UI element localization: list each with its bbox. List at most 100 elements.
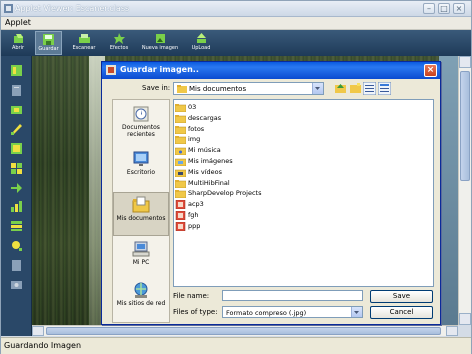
my-computer-icon [132, 241, 150, 257]
places-bar: Documentos recientes Escritorio Mis docu… [112, 99, 170, 323]
folder-icon [175, 135, 186, 145]
window-titlebar[interactable]: Applet Viewer: Escaner.class – □ × [1, 1, 471, 17]
save-label: Guardar [38, 46, 59, 52]
new-folder-icon[interactable] [349, 82, 362, 95]
desktop-icon [133, 151, 149, 166]
minimize-icon: – [427, 4, 431, 13]
place-desktop[interactable]: Escritorio [113, 147, 169, 191]
save-icon [43, 34, 54, 45]
file-name: img [188, 135, 201, 144]
tool-crop-icon[interactable] [10, 103, 23, 116]
file-name: 03 [188, 103, 197, 111]
upload-button[interactable]: UpLoad [187, 31, 215, 55]
tool-strip [1, 56, 32, 336]
chevron-down-icon[interactable] [351, 307, 362, 317]
menu-bar: Applet [1, 17, 471, 30]
file-icon [175, 211, 186, 220]
file-name: MultiHibFinal [188, 178, 230, 187]
tool-document-icon[interactable] [10, 259, 23, 272]
java-icon [106, 65, 116, 75]
save-button[interactable]: Save [370, 290, 433, 303]
tool-layers-icon[interactable] [10, 219, 23, 232]
tool-zoom-icon[interactable] [10, 239, 23, 252]
tool-brush-icon[interactable] [10, 122, 23, 135]
file-name: Mis imágenes [188, 157, 233, 165]
maximize-icon: □ [440, 4, 448, 13]
file-name-input[interactable] [222, 290, 363, 301]
tool-chart-icon[interactable] [10, 200, 23, 213]
open-button[interactable]: Abrir [7, 31, 29, 55]
place-my-computer[interactable]: Mi PC [113, 237, 169, 281]
upload-label: UpLoad [191, 45, 211, 51]
menu-applet[interactable]: Applet [5, 18, 31, 27]
open-label: Abrir [11, 45, 25, 51]
effects-button[interactable]: Efectos [105, 31, 133, 55]
file-icon [175, 200, 186, 210]
dialog-title: Guardar imagen.. [120, 65, 199, 74]
scroll-up-button[interactable] [459, 56, 471, 68]
close-button[interactable]: × [453, 3, 465, 14]
horizontal-scrollbar[interactable] [32, 325, 458, 336]
place-label: Documentos recientes [122, 124, 160, 138]
save-in-label: Save in: [142, 84, 171, 92]
tool-disk-icon[interactable] [10, 278, 23, 291]
horizontal-scroll-thumb[interactable] [46, 327, 441, 335]
scan-button[interactable]: Escanear [69, 31, 99, 55]
place-network-places[interactable]: Mis sitios de red [113, 278, 169, 322]
scroll-left-button[interactable] [32, 326, 44, 336]
maximize-button[interactable]: □ [438, 3, 450, 14]
tool-grid-icon[interactable] [10, 162, 23, 175]
place-recent-documents[interactable]: Documentos recientes [113, 102, 169, 146]
place-my-documents[interactable]: Mis documentos [113, 192, 169, 236]
dialog-titlebar[interactable]: Guardar imagen.. × [102, 62, 440, 79]
effects-icon [113, 33, 125, 44]
dialog-close-button[interactable]: × [424, 64, 437, 77]
up-folder-icon[interactable] [334, 82, 347, 95]
file-list[interactable]: 03 descargas fotos img Mi música Mis imágenes… [173, 99, 434, 287]
vertical-scrollbar[interactable] [458, 56, 471, 325]
close-icon: × [426, 65, 435, 75]
list-view-icon[interactable] [363, 82, 376, 95]
file-name: Mis vídeos [188, 167, 223, 176]
save-button[interactable]: Guardar [35, 31, 62, 55]
scroll-right-button[interactable] [446, 326, 458, 336]
minimize-button[interactable]: – [423, 3, 435, 14]
file-name: fotos [188, 124, 205, 133]
tool-arrow-icon[interactable] [10, 181, 23, 194]
place-label: Escritorio [126, 169, 156, 176]
folder-icon [175, 103, 186, 112]
toolbar: Abrir Guardar Escanear Efectos Nueva ima… [1, 30, 471, 56]
java-icon [4, 4, 13, 13]
pictures-folder-icon [175, 157, 186, 166]
my-documents-icon [132, 196, 150, 213]
place-label: Mi PC [132, 259, 150, 266]
open-icon [13, 34, 23, 43]
folder-icon [175, 189, 186, 199]
file-icon [175, 221, 186, 231]
new-image-button[interactable]: Nueva imagen [139, 31, 181, 55]
tool-select-icon[interactable] [10, 142, 23, 155]
effects-label: Efectos [109, 45, 129, 51]
file-type-dropdown[interactable]: Formato compreso (.jpg) [222, 306, 363, 318]
new-image-label: Nueva imagen [141, 45, 179, 51]
save-in-dropdown[interactable]: Mis documentos [173, 82, 324, 95]
scan-icon [78, 34, 90, 43]
cancel-button[interactable]: Cancel [370, 306, 433, 319]
tool-rotate-icon[interactable] [10, 64, 23, 77]
save-dialog: Guardar imagen.. × Save in: Mis document… [101, 61, 441, 325]
file-name: descargas [188, 113, 222, 122]
vertical-scroll-thumb[interactable] [460, 71, 470, 181]
window-title: Applet Viewer: Escaner.class [15, 4, 130, 13]
upload-icon [196, 33, 206, 43]
chevron-down-icon[interactable] [312, 83, 323, 94]
status-text: Guardando Imagen [4, 341, 82, 350]
details-view-icon[interactable] [378, 82, 391, 95]
recent-documents-icon [133, 106, 149, 122]
tool-page-icon[interactable] [10, 84, 23, 97]
video-folder-icon [175, 168, 186, 177]
music-folder-icon [175, 146, 186, 156]
close-icon: × [455, 4, 463, 13]
scroll-down-button[interactable] [459, 313, 471, 325]
file-type-label: Files of type: [173, 308, 218, 316]
file-name: acp3 [188, 200, 204, 209]
